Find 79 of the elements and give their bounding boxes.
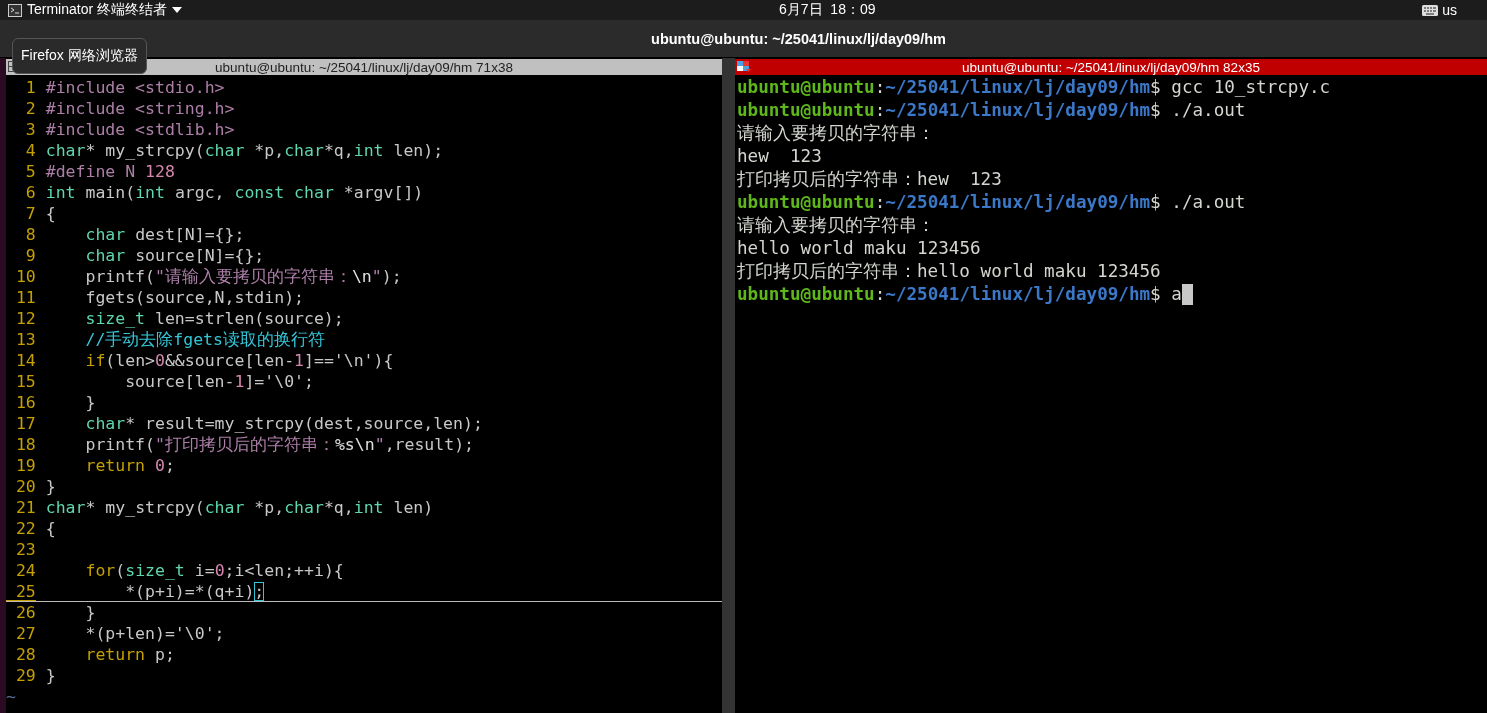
- line-number: 5: [24, 161, 36, 182]
- code-line: #include <stdio.h>: [45, 77, 225, 98]
- keyboard-icon[interactable]: [1422, 4, 1439, 16]
- code-line: char dest[N]={};: [84, 224, 245, 245]
- output-line: hew 123: [737, 146, 822, 166]
- line-number: 8: [24, 224, 36, 245]
- code-line: #include <stdlib.h>: [45, 119, 235, 140]
- code-line: char* my_strcpy(char *p,char*q,int len): [45, 497, 434, 518]
- output-line: 请输入要拷贝的字符串：: [737, 215, 935, 235]
- pane-title: ubuntu@ubuntu: ~/25041/linux/lj/day09/hm 71x38: [215, 59, 513, 75]
- code-line: for(size_t i=0;i<len;++i){: [84, 560, 344, 581]
- line-number: 14: [14, 350, 36, 371]
- line-number: 22: [14, 518, 36, 539]
- line-number: 2: [24, 98, 36, 119]
- code-line: printf("打印拷贝后的字符串：%s\n",result);: [84, 434, 475, 455]
- code-line: char* result=my_strcpy(dest,source,len);: [84, 413, 483, 434]
- line-number: 6: [24, 182, 36, 203]
- code-line: char* my_strcpy(char *p,char*q,int len);: [45, 140, 444, 161]
- window-layout-icon[interactable]: [737, 61, 751, 72]
- line-number: 21: [14, 497, 36, 518]
- line-number: 24: [14, 560, 36, 581]
- line-number: 3: [24, 119, 36, 140]
- line-number: 17: [14, 413, 36, 434]
- line-number: 1: [24, 77, 36, 98]
- pane-title: ubuntu@ubuntu: ~/25041/linux/lj/day09/hm 82x35: [962, 59, 1260, 75]
- app-menu[interactable]: Terminator 终端终结者: [27, 1, 168, 19]
- empty-line-marker: ~: [6, 686, 17, 707]
- line-number: 9: [24, 245, 36, 266]
- output-line: 打印拷贝后的字符串：hew 123: [737, 169, 1002, 189]
- keyboard-layout[interactable]: us: [1442, 2, 1457, 18]
- code-line: }: [45, 476, 56, 497]
- code-line: if(len>0&&source[len-1]=='\n'){: [84, 350, 394, 371]
- tooltip: Firefox 网络浏览器: [12, 38, 147, 74]
- clock-text[interactable]: 6月7日 18：09: [779, 1, 876, 19]
- line-number: 4: [24, 140, 36, 161]
- line-number: 25: [6, 581, 36, 601]
- code-line: {: [45, 203, 56, 224]
- code-line: return p;: [84, 644, 175, 665]
- code-line: return 0;: [84, 455, 175, 476]
- output-line: 请输入要拷贝的字符串：: [737, 123, 935, 143]
- code-line: int main(int argc, const char *argv[]): [45, 182, 424, 203]
- code-line: #define N 128: [45, 161, 175, 182]
- line-number: 16: [14, 392, 36, 413]
- code-line: }: [84, 392, 96, 413]
- line-number: 10: [14, 266, 36, 287]
- line-number: 18: [14, 434, 36, 455]
- code-line: char source[N]={};: [84, 245, 265, 266]
- prompt-line: ubuntu@ubuntu:~/25041/linux/lj/day09/hm$ gcc 10_strcpy.c: [737, 77, 1331, 97]
- code-line: source[len-1]='\0';: [124, 371, 314, 392]
- window-title: ubuntu@ubuntu: ~/25041/linux/lj/day09/hm: [650, 30, 946, 47]
- line-number: 20: [14, 476, 36, 497]
- code-line: {: [45, 518, 56, 539]
- prompt-line: ubuntu@ubuntu:~/25041/linux/lj/day09/hm$ ./a.out: [737, 192, 1246, 212]
- line-number: 11: [14, 287, 36, 308]
- code-line: size_t len=strlen(source);: [84, 308, 344, 329]
- code-line: printf("请输入要拷贝的字符串：\n");: [84, 266, 402, 287]
- line-number: 26: [14, 602, 36, 623]
- output-line: hello world maku 123456: [737, 238, 981, 258]
- caret-down-icon[interactable]: [172, 6, 183, 14]
- code-line: *(p+i)=*(q+i);: [124, 581, 265, 601]
- code-line: fgets(source,N,stdin);: [84, 287, 304, 308]
- line-number: 12: [14, 308, 36, 329]
- prompt-line: ubuntu@ubuntu:~/25041/linux/lj/day09/hm$ ./a.out: [737, 100, 1246, 120]
- line-number: 23: [14, 539, 36, 560]
- line-number: 7: [24, 203, 36, 224]
- terminal-icon[interactable]: [8, 3, 22, 17]
- code-line: }: [45, 665, 56, 686]
- output-line: 打印拷贝后的字符串：hello world maku 123456: [737, 261, 1161, 281]
- line-number: 19: [14, 455, 36, 476]
- code-line: }: [84, 602, 96, 623]
- line-number: 15: [14, 371, 36, 392]
- line-number: 13: [14, 329, 36, 350]
- line-number: 29: [14, 665, 36, 686]
- code-line: //手动去除fgets读取的换行符: [84, 329, 325, 350]
- code-line: *(p+len)='\0';: [84, 623, 225, 644]
- prompt-line: ubuntu@ubuntu:~/25041/linux/lj/day09/hm$ a: [737, 284, 1182, 304]
- line-number: 28: [14, 644, 36, 665]
- line-number: 27: [14, 623, 36, 644]
- code-line: #include <string.h>: [45, 98, 235, 119]
